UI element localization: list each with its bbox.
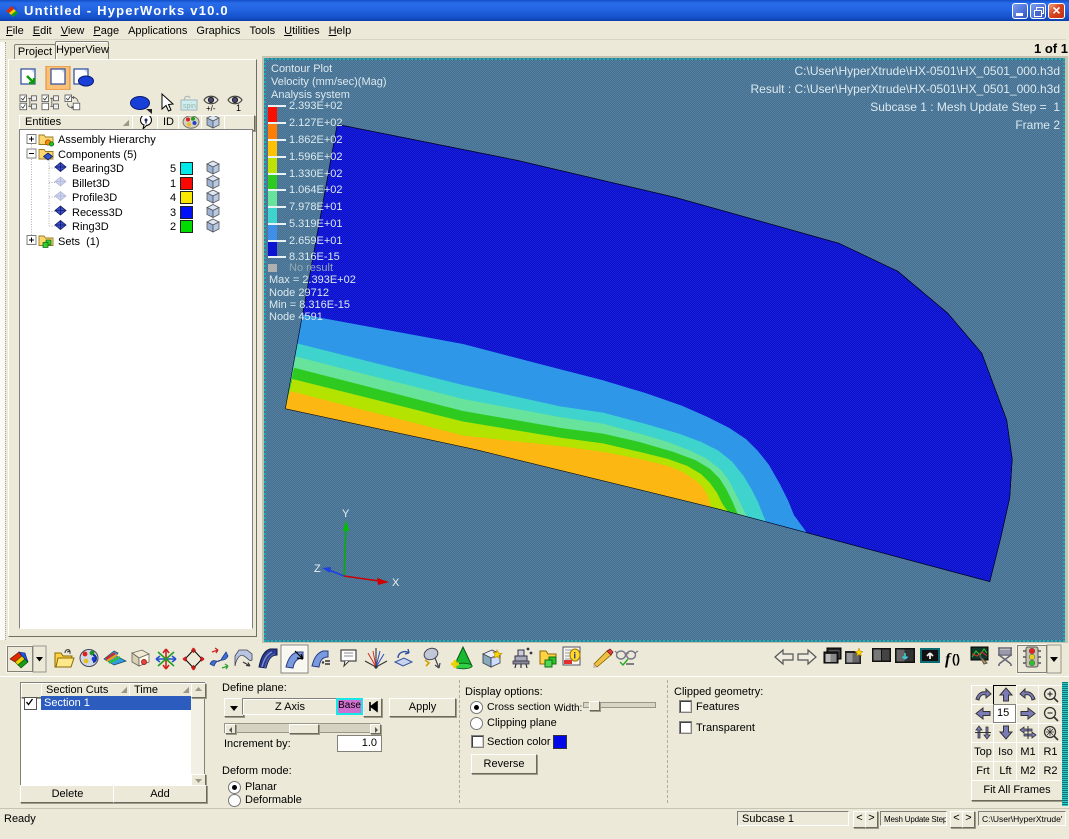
svg-text:1: 1 <box>236 103 241 113</box>
svg-text:f: f <box>945 651 952 668</box>
svg-text:(): () <box>952 652 960 666</box>
svg-text:Z: Z <box>314 563 321 575</box>
svg-text:+/-: +/- <box>206 104 216 113</box>
svg-text:Y: Y <box>342 508 350 520</box>
svg-text:i: i <box>574 651 577 661</box>
svg-text:X: X <box>392 577 400 589</box>
svg-text:spin: spin <box>183 103 196 110</box>
